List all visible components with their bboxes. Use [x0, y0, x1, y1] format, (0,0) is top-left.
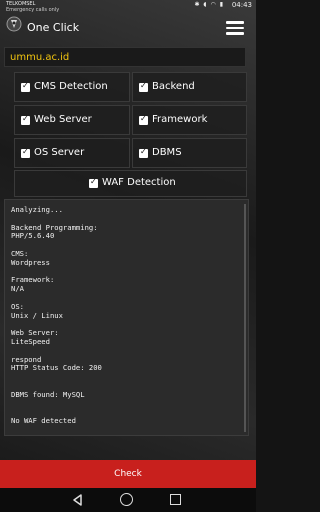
checkbox-checked-icon[interactable] [21, 114, 30, 125]
carrier-status: Emergency calls only [6, 7, 60, 13]
home-icon[interactable] [120, 493, 133, 506]
clock: 04:43 [231, 1, 252, 9]
navigation-bar [0, 488, 256, 512]
recent-apps-icon[interactable] [170, 494, 181, 505]
option-label: OS Server [34, 147, 85, 158]
target-input[interactable]: ummu.ac.id [4, 47, 246, 67]
option-framework[interactable]: Framework [132, 105, 247, 135]
option-label: Web Server [34, 114, 92, 125]
option-os-server[interactable]: OS Server [14, 138, 130, 168]
option-label: DBMS [152, 147, 182, 158]
results-text: Analyzing... Backend Programming: PHP/5.… [11, 205, 102, 426]
battery-icon: ▮ [219, 1, 224, 8]
app-title: One Click [27, 21, 80, 34]
checkbox-checked-icon[interactable] [139, 114, 148, 125]
app-bar: One Click [0, 14, 256, 42]
option-web-server[interactable]: Web Server [14, 105, 130, 135]
checkbox-checked-icon[interactable] [139, 81, 148, 92]
results-output[interactable]: Analyzing... Backend Programming: PHP/5.… [4, 199, 249, 436]
option-label: CMS Detection [34, 81, 108, 92]
option-cms-detection[interactable]: CMS Detection [14, 72, 130, 102]
status-bar: TELKOMSEL Emergency calls only ✱ ◖ ◠ ▮ 0… [0, 0, 256, 14]
option-label: Framework [152, 114, 208, 125]
option-backend[interactable]: Backend [132, 72, 247, 102]
option-label: Backend [152, 81, 195, 92]
output-scrollbar[interactable] [244, 204, 246, 432]
checkbox-checked-icon[interactable] [139, 147, 148, 158]
checkbox-checked-icon[interactable] [89, 177, 98, 188]
option-dbms[interactable]: DBMS [132, 138, 247, 168]
checkbox-checked-icon[interactable] [21, 147, 30, 158]
status-icons: ✱ ◖ ◠ ▮ [194, 2, 224, 8]
hamburger-menu-icon[interactable] [226, 21, 244, 35]
wifi-icon: ◠ [210, 1, 217, 8]
bluetooth-icon: ✱ [194, 1, 201, 8]
checkbox-checked-icon[interactable] [21, 81, 30, 92]
option-label: WAF Detection [102, 177, 176, 188]
option-waf-detection[interactable]: WAF Detection [14, 170, 247, 197]
app-logo-icon [6, 16, 22, 32]
back-icon[interactable] [72, 494, 84, 506]
volume-icon: ◖ [203, 1, 208, 8]
check-button[interactable]: Check [0, 460, 256, 488]
